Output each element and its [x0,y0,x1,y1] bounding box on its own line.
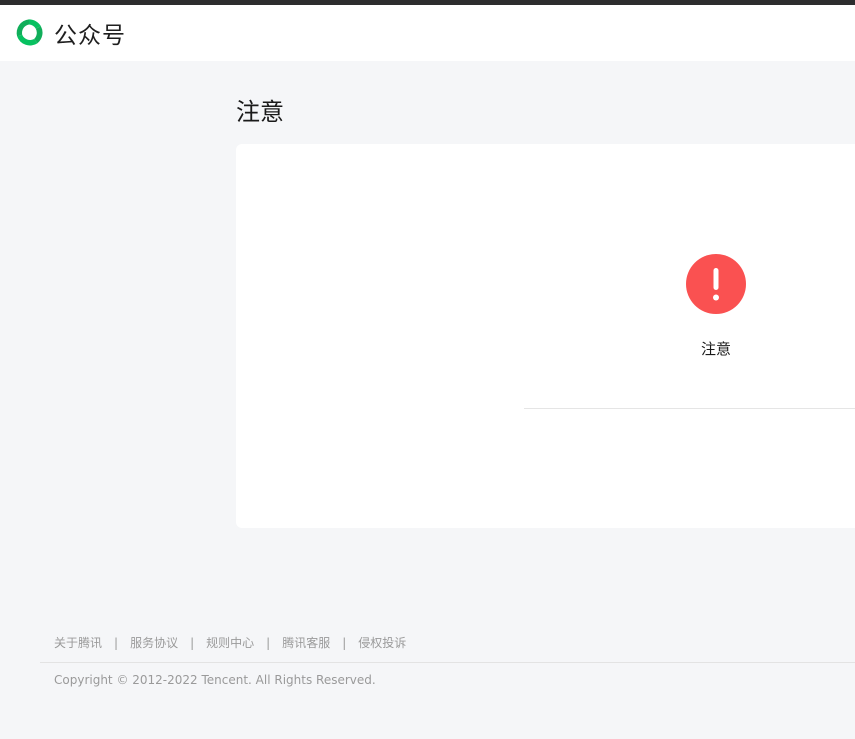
footer-separator: | [266,635,271,650]
logo[interactable]: 公众号 [12,16,126,50]
logo-text: 公众号 [54,23,126,49]
footer-separator: | [114,635,119,650]
card-divider [524,408,855,409]
footer-links: 关于腾讯 | 服务协议 | 规则中心 | 腾讯客服 | 侵权投诉 [54,634,406,651]
copyright-text: Copyright © 2012-2022 Tencent. All Right… [54,673,376,687]
header: 公众号 [0,5,855,61]
footer-link-infringement-report[interactable]: 侵权投诉 [358,634,406,651]
wechat-official-logo-icon [16,19,43,46]
notice-card [236,144,855,528]
notice-message: 注意 [700,340,731,358]
footer-divider [40,662,855,663]
footer-separator: | [342,635,347,650]
footer-link-rules-center[interactable]: 规则中心 [206,634,254,651]
footer-link-customer-service[interactable]: 腾讯客服 [282,634,330,651]
footer-separator: | [190,635,195,650]
page-title: 注意 [236,98,284,126]
footer-link-service-agreement[interactable]: 服务协议 [130,634,178,651]
footer-link-about-tencent[interactable]: 关于腾讯 [54,634,102,651]
exclamation-icon [686,254,746,314]
